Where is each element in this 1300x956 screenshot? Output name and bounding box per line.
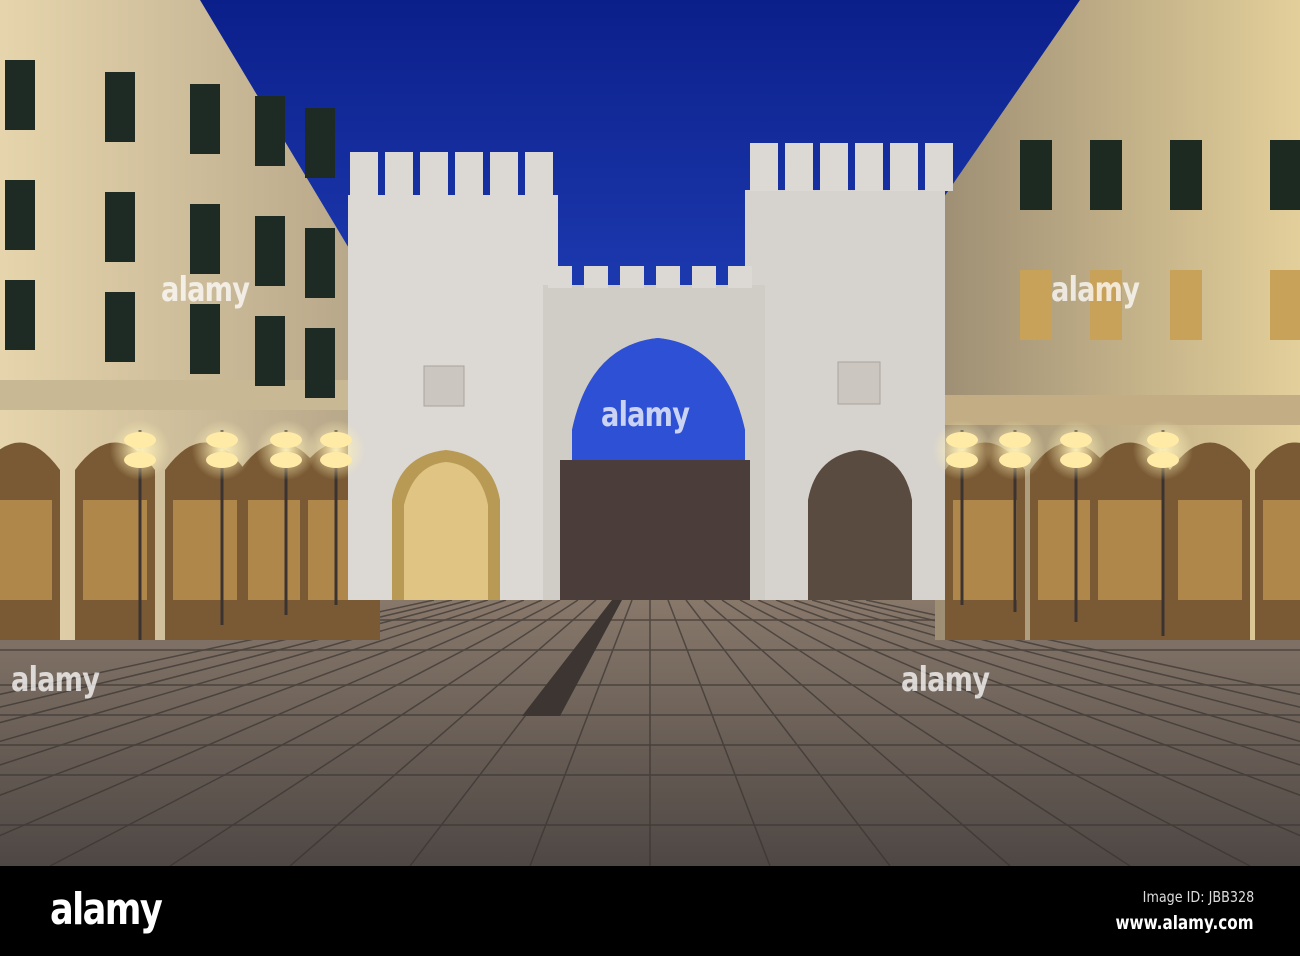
watermark: alamy	[901, 660, 990, 700]
street-lamp	[270, 432, 302, 448]
alamy-logo: alamy	[50, 884, 163, 935]
footer-bar: alamy Image ID: JBB328 www.alamy.com	[0, 866, 1300, 956]
street-lamp	[206, 432, 238, 448]
image-id: Image ID: JBB328	[1142, 888, 1254, 906]
street-lamp	[946, 432, 978, 448]
street-lamp	[1147, 432, 1179, 448]
street-lamp	[124, 432, 156, 448]
watermark: alamy	[161, 270, 250, 310]
street-lamp	[320, 432, 352, 448]
website-link: www.alamy.com	[1115, 912, 1254, 934]
watermark: alamy	[1051, 270, 1140, 310]
street-lamp	[1060, 432, 1092, 448]
watermark: alamy	[11, 660, 100, 700]
watermark: alamy	[601, 395, 690, 435]
street-lamp	[999, 432, 1031, 448]
